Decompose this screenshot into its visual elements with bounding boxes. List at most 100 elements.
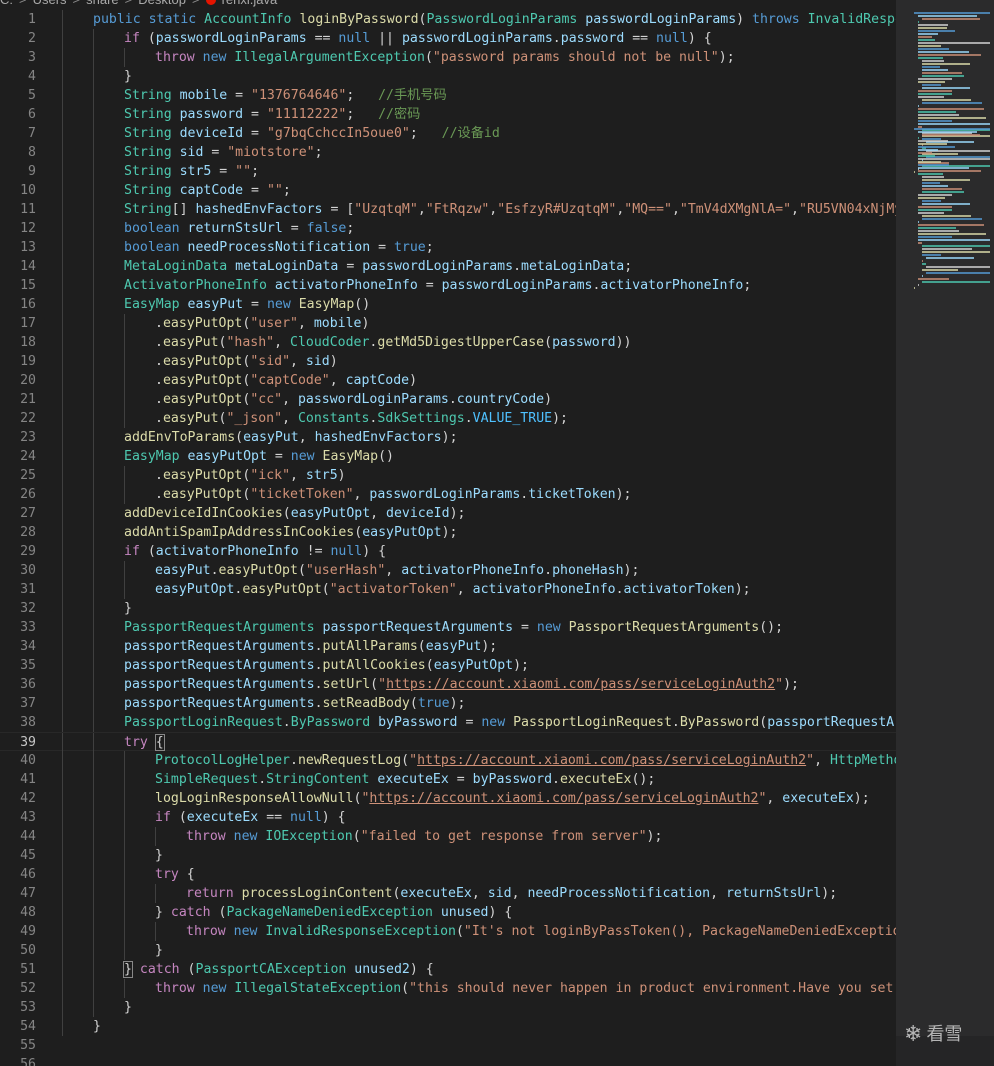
code-token: , [471,886,488,901]
code-line[interactable]: 54} [0,1017,896,1036]
code-line[interactable]: 21 .easyPutOpt("cc", passwordLoginParams.… [0,390,896,409]
code-line[interactable]: 36 passportRequestArguments.setUrl("https… [0,675,896,694]
code-line[interactable]: 48} catch (PackageNameDeniedException un… [0,903,896,922]
indent-guide [62,48,63,67]
code-token: new [233,924,266,939]
code-text: String str5 = ""; [124,162,259,181]
code-line[interactable]: 27 addDeviceIdInCookies(easyPutOpt, devic… [0,504,896,523]
code-line[interactable]: 49 throw new InvalidResponseException("It… [0,922,896,941]
code-line[interactable]: 50} [0,941,896,960]
code-text: passportRequestArguments.setUrl("https:/… [124,675,799,694]
code-link[interactable]: https://account.xiaomi.com/pass/serviceL… [369,791,758,806]
code-line[interactable]: 33 PassportRequestArguments passportReque… [0,618,896,637]
line-number: 17 [20,316,36,331]
code-line[interactable]: 35 passportRequestArguments.putAllCookies… [0,656,896,675]
code-line[interactable]: 38 PassportLoginRequest.ByPassword byPass… [0,713,896,732]
code-editor[interactable]: 1 public static AccountInfo loginByPasswo… [0,10,896,1066]
code-line[interactable]: 51} catch (PassportCAException unused2) … [0,960,896,979]
code-line[interactable]: 44 throw new IOException("failed to get r… [0,827,896,846]
code-line[interactable]: 30 easyPut.easyPutOpt("userHash", activat… [0,561,896,580]
code-line[interactable]: 26 .easyPutOpt("ticketToken", passwordLog… [0,485,896,504]
code-token: "captCode" [250,373,330,388]
code-token: = [ [322,202,355,217]
code-line[interactable]: 52 throw new IllegalStateException("this … [0,979,896,998]
code-token: ) [736,12,753,27]
code-line[interactable]: 6 String password = "11112222"; //密码 [0,105,896,124]
code-token: "ticketToken" [250,487,354,502]
code-line[interactable]: 16 EasyMap easyPut = new EasyMap() [0,295,896,314]
code-line[interactable]: 11 String[] hashedEnvFactors = ["UzqtqM",… [0,200,896,219]
code-line[interactable]: 10 String captCode = ""; [0,181,896,200]
code-line[interactable]: 23 addEnvToParams(easyPut, hashedEnvFacto… [0,428,896,447]
indent-guide [93,998,94,1017]
code-line[interactable]: 32} [0,599,896,618]
code-line[interactable]: 15 ActivatorPhoneInfo activatorPhoneInfo … [0,276,896,295]
code-line[interactable]: 34 passportRequestArguments.putAllParams(… [0,637,896,656]
code-line[interactable]: 40 ProtocolLogHelper.newRequestLog("https… [0,751,896,770]
code-token: ( [178,810,187,825]
code-token: throw [186,924,234,939]
code-line[interactable]: 19 .easyPutOpt("sid", sid) [0,352,896,371]
code-token: passwordLoginParams [155,31,307,46]
code-line[interactable]: 43 if (executeEx == null) { [0,808,896,827]
code-line[interactable]: 20 .easyPutOpt("captCode", captCode) [0,371,896,390]
code-token: = [227,88,252,103]
code-line[interactable]: 55 [0,1036,896,1055]
code-line[interactable]: 13 boolean needProcessNotification = true… [0,238,896,257]
code-line[interactable]: 9 String str5 = ""; [0,162,896,181]
code-line[interactable]: 47 return processLoginContent(executeEx, … [0,884,896,903]
code-line[interactable]: 3 throw new IllegalArgumentException("pas… [0,48,896,67]
code-token: try [124,735,156,750]
code-link[interactable]: https://account.xiaomi.com/pass/serviceL… [386,677,775,692]
code-link[interactable]: https://account.xiaomi.com/pass/serviceL… [417,753,806,768]
indent-guide [62,371,63,390]
line-number: 20 [20,373,36,388]
code-line[interactable]: 8 String sid = "miotstore"; [0,143,896,162]
breadcrumb-file[interactable]: renxi.java [222,0,278,8]
code-line[interactable]: 29 if (activatorPhoneInfo != null) { [0,542,896,561]
code-token: PackageNameDeniedException [226,905,441,920]
code-line[interactable]: 41 SimpleRequest.StringContent executeEx … [0,770,896,789]
code-line[interactable]: 18 .easyPut("hash", CloudCoder.getMd5Dige… [0,333,896,352]
code-line[interactable]: 28 addAntiSpamIpAddressInCookies(easyPutO… [0,523,896,542]
code-token: ) { [362,544,387,559]
breadcrumb-item[interactable]: Desktop [138,0,186,8]
code-line[interactable]: 39 try { [0,732,896,752]
code-token: . [513,259,522,274]
code-line[interactable]: 17 .easyPutOpt("user", mobile) [0,314,896,333]
code-line[interactable]: 14 MetaLoginData metaLoginData = password… [0,257,896,276]
breadcrumb-item[interactable]: C: [0,0,13,8]
code-text: .easyPutOpt("ticketToken", passwordLogin… [155,485,631,504]
breadcrumb-item[interactable]: share [86,0,119,8]
code-line[interactable]: 7 String deviceId = "g7bqCchccIn5oue0"; /… [0,124,896,143]
code-line[interactable]: 53} [0,998,896,1017]
indent-guide [93,29,94,48]
code-line[interactable]: 46 try { [0,865,896,884]
code-line[interactable]: 37 passportRequestArguments.setReadBody(t… [0,694,896,713]
minimap-line [918,57,943,59]
code-line[interactable]: 1 public static AccountInfo loginByPasswo… [0,10,896,29]
code-line[interactable]: 56 [0,1055,896,1066]
indent-guide [155,827,156,846]
breadcrumb-item[interactable]: Users [33,0,67,8]
code-token: "TmV4dXMgNlA=" [679,202,792,217]
code-line[interactable]: 5 String mobile = "1376764646"; //手机号码 [0,86,896,105]
code-token: " [409,753,418,768]
minimap-line [918,239,990,241]
code-text: ProtocolLogHelper.newRequestLog("https:/… [155,751,896,770]
code-line[interactable]: 42 logLoginResponseAllowNull("https://acc… [0,789,896,808]
code-line[interactable]: 2 if (passwordLoginParams == null || pass… [0,29,896,48]
code-line[interactable]: 25 .easyPutOpt("ick", str5) [0,466,896,485]
code-line[interactable]: 45} [0,846,896,865]
code-line[interactable]: 4} [0,67,896,86]
code-token: executeEx [782,791,854,806]
code-line[interactable]: 12 boolean returnStsUrl = false; [0,219,896,238]
code-token: boolean [124,240,188,255]
code-token: throw [186,829,234,844]
minimap[interactable] [896,0,994,1066]
code-line[interactable]: 31 easyPutOpt.easyPutOpt("activatorToken"… [0,580,896,599]
code-line[interactable]: 22 .easyPut("_json", Constants.SdkSetting… [0,409,896,428]
code-token: ) { [687,31,712,46]
code-line[interactable]: 24 EasyMap easyPutOpt = new EasyMap() [0,447,896,466]
code-token: passportRequestArguments [124,639,315,654]
